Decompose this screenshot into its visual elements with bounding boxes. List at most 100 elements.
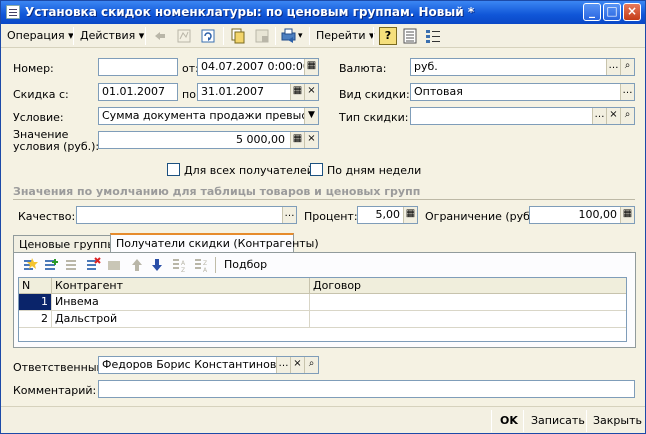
sort-ascending-icon[interactable]: AZ (171, 257, 187, 273)
clear-icon[interactable]: × (304, 84, 318, 100)
help-button[interactable]: ? (379, 27, 397, 45)
options-icon[interactable] (424, 27, 442, 45)
discount-from-field[interactable]: 01.01.2007 (98, 83, 178, 101)
actions-menu[interactable]: Действия ▾ (80, 27, 144, 45)
column-header-counterparty[interactable]: Контрагент (52, 278, 310, 294)
recipients-table[interactable]: N Контрагент Договор 1 Инвема 2 Дальстро… (18, 277, 627, 342)
svg-text:A: A (203, 267, 208, 273)
discount-type-label: Тип скидки: (339, 111, 409, 124)
section-divider (13, 199, 635, 200)
goto-menu[interactable]: Перейти ▾ (316, 27, 375, 45)
clear-icon[interactable]: × (304, 132, 318, 148)
edit-row-icon[interactable] (64, 257, 80, 273)
select-ellipsis-icon[interactable]: … (276, 357, 290, 373)
limit-label: Ограничение (руб.): (425, 210, 542, 223)
by-weekdays-label: По дням недели (327, 164, 422, 177)
calendar-icon[interactable]: ▦ (304, 59, 318, 75)
action-separator (523, 410, 524, 432)
limit-value: 100,00 (578, 208, 618, 221)
ok-button[interactable]: OK (500, 412, 518, 430)
discount-to-field[interactable]: 31.01.2007 ▦ × (197, 83, 319, 101)
action-bar: OK Записать Закрыть (1, 406, 645, 433)
toolbar-separator (145, 27, 146, 45)
currency-field[interactable]: руб. … ⌕ (410, 58, 635, 76)
add-row-icon[interactable] (22, 257, 38, 273)
limit-field[interactable]: 100,00 ▦ (529, 206, 635, 224)
discount-kind-field[interactable]: Оптовая … (410, 83, 635, 101)
comment-field[interactable] (98, 380, 635, 398)
save-button[interactable]: Записать (531, 412, 585, 430)
calculator-icon[interactable]: ▦ (290, 132, 304, 148)
action-separator (586, 410, 587, 432)
responsible-label: Ответственный: (13, 361, 108, 374)
calculator-icon[interactable]: ▦ (620, 207, 634, 223)
percent-field[interactable]: 5,00 ▦ (357, 206, 418, 224)
copy-document-icon[interactable] (229, 27, 247, 45)
row-number-cell[interactable]: 2 (19, 311, 52, 328)
condition-value: Сумма документа продажи превысила (102, 109, 319, 122)
toolbar-separator (223, 27, 224, 45)
select-ellipsis-icon[interactable]: … (282, 207, 296, 223)
column-header-contract[interactable]: Договор (310, 278, 626, 294)
quality-field[interactable]: … (76, 206, 297, 224)
by-weekdays-checkbox[interactable] (310, 163, 323, 176)
search-icon[interactable]: ⌕ (304, 357, 318, 373)
counterparty-cell[interactable]: Инвема (52, 294, 310, 311)
from-date-field[interactable]: 04.07.2007 0:00:00 ▦ (197, 58, 319, 76)
close-form-button[interactable]: Закрыть (593, 412, 642, 430)
calculator-icon[interactable]: ▦ (403, 207, 417, 223)
condition-amount: 5 000,00 (236, 133, 285, 146)
row-number-cell[interactable]: 1 (19, 294, 52, 311)
toolbar-separator (309, 27, 310, 45)
all-recipients-checkbox[interactable] (167, 163, 180, 176)
undo-icon[interactable] (151, 27, 169, 45)
refresh-icon[interactable] (199, 27, 217, 45)
contract-cell[interactable] (310, 294, 626, 311)
maximize-button[interactable]: □ (603, 3, 621, 21)
print-dropdown[interactable]: ▾ (298, 27, 303, 45)
select-ellipsis-icon[interactable]: … (606, 59, 620, 75)
svg-text:Z: Z (203, 260, 207, 267)
svg-text:Z: Z (181, 267, 185, 273)
action-separator (491, 410, 492, 432)
search-icon[interactable]: ⌕ (620, 108, 634, 124)
responsible-value: Федоров Борис Константинович (102, 358, 290, 371)
svg-text:A: A (181, 260, 186, 267)
defaults-section-title: Значения по умолчанию для таблицы товаро… (13, 185, 421, 198)
search-icon[interactable]: ⌕ (620, 59, 634, 75)
operation-menu[interactable]: Операция ▾ (7, 27, 74, 45)
arrow-down-icon[interactable] (149, 257, 165, 273)
clear-icon[interactable]: × (290, 357, 304, 373)
discount-type-field[interactable]: … × ⌕ (410, 107, 635, 125)
counterparty-cell[interactable]: Дальстрой (52, 311, 310, 328)
column-header-n[interactable]: N (19, 278, 52, 294)
select-button[interactable]: Подбор (224, 258, 267, 271)
copy-row-icon[interactable] (43, 257, 59, 273)
condition-select[interactable]: Сумма документа продажи превысила ▼ (98, 107, 319, 125)
list-view-icon[interactable] (401, 27, 419, 45)
structure-icon[interactable] (253, 27, 271, 45)
delete-row-icon[interactable] (85, 257, 101, 273)
select-ellipsis-icon[interactable]: … (620, 84, 634, 100)
minimize-button[interactable]: _ (583, 3, 601, 21)
print-icon[interactable] (280, 27, 298, 45)
currency-label: Валюта: (339, 62, 387, 75)
sort-descending-icon[interactable]: ZA (193, 257, 209, 273)
select-ellipsis-icon[interactable]: … (592, 108, 606, 124)
chevron-down-icon[interactable]: ▼ (304, 108, 318, 124)
condition-value-field[interactable]: 5 000,00 ▦ × (98, 131, 319, 149)
number-field[interactable] (98, 58, 178, 76)
clear-icon[interactable]: × (606, 108, 620, 124)
calendar-icon[interactable]: ▦ (290, 84, 304, 100)
end-edit-icon[interactable] (106, 257, 122, 273)
contract-cell[interactable] (310, 311, 626, 328)
window-title: Установка скидок номенклатуры: по ценовы… (25, 5, 475, 19)
responsible-field[interactable]: Федоров Борис Константинович … × ⌕ (98, 356, 319, 374)
post-icon[interactable] (175, 27, 193, 45)
arrow-up-icon[interactable] (129, 257, 145, 273)
close-button[interactable]: × (623, 3, 641, 21)
tab-discount-recipients[interactable]: Получатели скидки (Контрагенты) (110, 233, 319, 254)
toolbar-separator (275, 27, 276, 45)
title-bar[interactable]: Установка скидок номенклатуры: по ценовы… (1, 1, 645, 24)
tab-price-groups[interactable]: Ценовые группы (13, 235, 116, 253)
